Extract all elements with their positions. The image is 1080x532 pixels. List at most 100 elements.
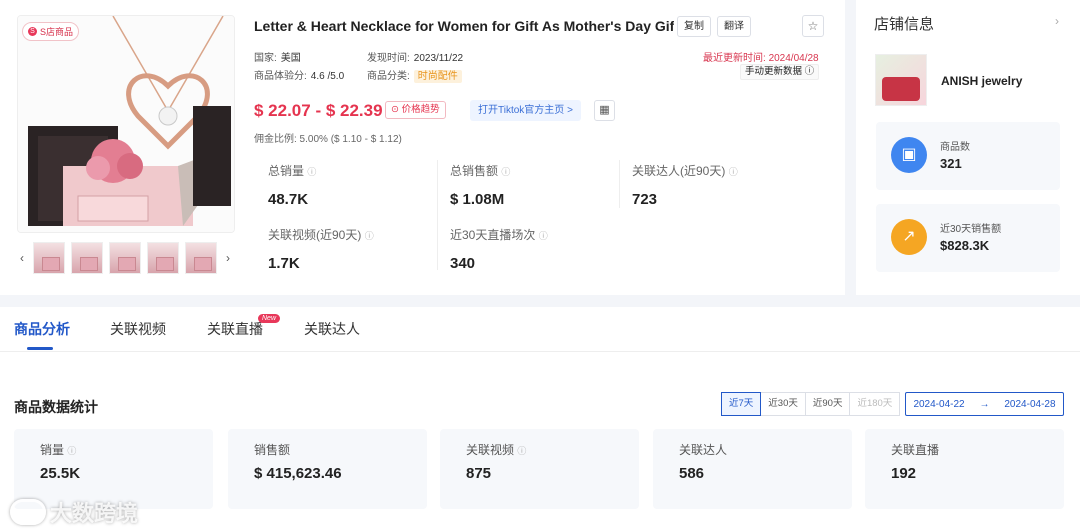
manual-update-label: 手动更新数据: [745, 66, 803, 77]
country-value: 美国: [280, 53, 301, 64]
stat-total-sales: 总销量 ⓘ 48.7K: [268, 162, 438, 208]
thumbnail[interactable]: [147, 242, 179, 274]
info-icon: ⓘ: [364, 231, 374, 241]
kpi-label: 关联直播: [891, 443, 940, 457]
shop-product-count: ▣ 商品数 321: [876, 122, 1060, 190]
range-30d-button[interactable]: 近30天: [760, 392, 806, 416]
badge-label: S店商品: [40, 27, 74, 37]
date-start: 2024-04-22: [913, 398, 965, 410]
tab-product-analysis[interactable]: 商品分析: [14, 319, 70, 339]
discovered-label: 发现时间:: [367, 53, 410, 64]
copy-button[interactable]: 复制: [677, 16, 711, 37]
stat-label: 关联达人(近90天): [632, 164, 726, 178]
sales-chart-icon: ↗: [891, 219, 927, 255]
info-icon: ⓘ: [67, 446, 77, 456]
updated-label: 最近更新时间:: [703, 53, 766, 64]
thumbnail[interactable]: [71, 242, 103, 274]
new-badge: New: [258, 314, 281, 323]
info-icon: ⓘ: [517, 446, 527, 456]
tab-related-videos[interactable]: 关联视频: [110, 319, 166, 339]
kpi-value: 875: [466, 465, 492, 482]
kpi-related-videos: 关联视频 ⓘ 875: [440, 429, 639, 509]
rating-label: 商品体验分:: [254, 71, 307, 82]
kpi-value: 192: [891, 465, 917, 482]
updated-meta: 最近更新时间: 2024/04/28: [703, 49, 819, 64]
stat-live-sessions: 近30天直播场次 ⓘ 340: [450, 226, 620, 272]
kpi-label: 关联达人: [679, 443, 728, 457]
tab-related-creators[interactable]: 关联达人: [304, 319, 360, 339]
section-title: 商品数据统计: [14, 399, 98, 415]
star-icon[interactable]: ☆: [802, 15, 824, 37]
date-range-picker[interactable]: 2024-04-22 → 2024-04-28: [905, 392, 1064, 416]
shop-stat-label: 近30天销售额: [940, 224, 1002, 235]
country-meta: 国家: 美国: [254, 49, 301, 64]
shop-stat-label: 商品数: [940, 142, 970, 153]
shopping-bag-icon: ▣: [891, 137, 927, 173]
range-180d-button[interactable]: 近180天: [849, 392, 901, 416]
tab-bar: 商品分析 关联视频 关联直播 关联达人: [0, 307, 1080, 352]
discovered-meta: 发现时间: 2023/11/22: [367, 49, 463, 64]
shop-30d-sales: ↗ 近30天销售额 $828.3K: [876, 204, 1060, 272]
category-meta: 商品分类: 时尚配件: [367, 67, 462, 83]
active-tab-indicator: [27, 347, 53, 350]
product-main-image[interactable]: S S店商品: [17, 15, 235, 233]
stat-value: 340: [450, 255, 476, 272]
kpi-related-creators: 关联达人 586: [653, 429, 852, 509]
trend-icon: ⊙: [391, 104, 399, 115]
kpi-value: 25.5K: [40, 465, 81, 482]
rating-meta: 商品体验分: 4.6 /5.0: [254, 67, 344, 82]
stat-related-videos: 关联视频(近90天) ⓘ 1.7K: [268, 226, 438, 272]
stat-label: 近30天直播场次: [450, 228, 536, 242]
info-icon: ⓘ: [804, 66, 815, 77]
shop-logo[interactable]: [875, 54, 927, 106]
date-end: 2024-04-28: [1004, 398, 1056, 410]
info-icon: ⓘ: [501, 167, 511, 177]
info-icon: ⓘ: [538, 231, 548, 241]
thumbnail[interactable]: [33, 242, 65, 274]
stat-label: 总销量: [268, 164, 305, 178]
watermark: 大数跨境: [10, 496, 138, 528]
time-range-selector: 近7天 近30天 近90天 近180天: [721, 392, 901, 416]
chevron-left-icon[interactable]: ‹: [17, 251, 27, 265]
chevron-right-icon[interactable]: ›: [1055, 14, 1059, 28]
info-icon: ⓘ: [307, 167, 317, 177]
manual-update-button[interactable]: 手动更新数据 ⓘ: [740, 64, 820, 80]
stat-value: 1.7K: [268, 255, 300, 272]
divider: [619, 160, 620, 208]
translate-button[interactable]: 翻译: [717, 16, 751, 37]
kpi-related-live: 关联直播 192: [865, 429, 1064, 509]
stat-label: 总销售额: [450, 164, 499, 178]
price-trend-button[interactable]: ⊙ 价格趋势: [385, 101, 446, 119]
thumbnail[interactable]: [185, 242, 217, 274]
stat-related-creators: 关联达人(近90天) ⓘ 723: [632, 162, 802, 208]
range-90d-button[interactable]: 近90天: [804, 392, 851, 416]
chevron-right-icon[interactable]: ›: [223, 251, 233, 265]
badge-icon: S: [28, 27, 37, 36]
qr-code-icon[interactable]: ▦: [594, 100, 615, 121]
commission-rate: 佣金比例: 5.00% ($ 1.10 - $ 1.12): [254, 134, 402, 145]
category-tag[interactable]: 时尚配件: [413, 70, 462, 83]
info-icon: ⓘ: [728, 167, 738, 177]
arrow-right-icon: →: [979, 398, 990, 410]
watermark-text: 大数跨境: [50, 501, 139, 526]
thumbnail-strip: ‹ ›: [17, 240, 235, 276]
price-range: $ 22.07 - $ 22.39: [254, 101, 383, 120]
stat-total-revenue: 总销售额 ⓘ $ 1.08M: [450, 162, 620, 208]
shop-info-title: 店铺信息: [874, 16, 935, 33]
tab-related-live[interactable]: 关联直播: [207, 319, 263, 339]
watermark-logo-icon: [10, 499, 46, 525]
open-tiktok-button[interactable]: 打开Tiktok官方主页 >: [470, 100, 581, 121]
kpi-value: 586: [679, 465, 705, 482]
kpi-label: 销量: [40, 443, 65, 457]
kpi-value: $ 415,623.46: [254, 465, 342, 482]
price-trend-label: 价格趋势: [401, 104, 440, 115]
kpi-revenue: 销售额 $ 415,623.46: [228, 429, 427, 509]
thumbnail[interactable]: [109, 242, 141, 274]
range-7d-button[interactable]: 近7天: [721, 392, 762, 416]
shop-stat-value: 321: [940, 156, 962, 171]
country-label: 国家:: [254, 53, 277, 64]
shop-product-badge: S S店商品: [22, 22, 80, 41]
product-title: Letter & Heart Necklace for Women for Gi…: [254, 18, 674, 34]
shop-name[interactable]: ANISH jewelry: [941, 74, 1022, 88]
kpi-label: 销售额: [254, 443, 291, 457]
